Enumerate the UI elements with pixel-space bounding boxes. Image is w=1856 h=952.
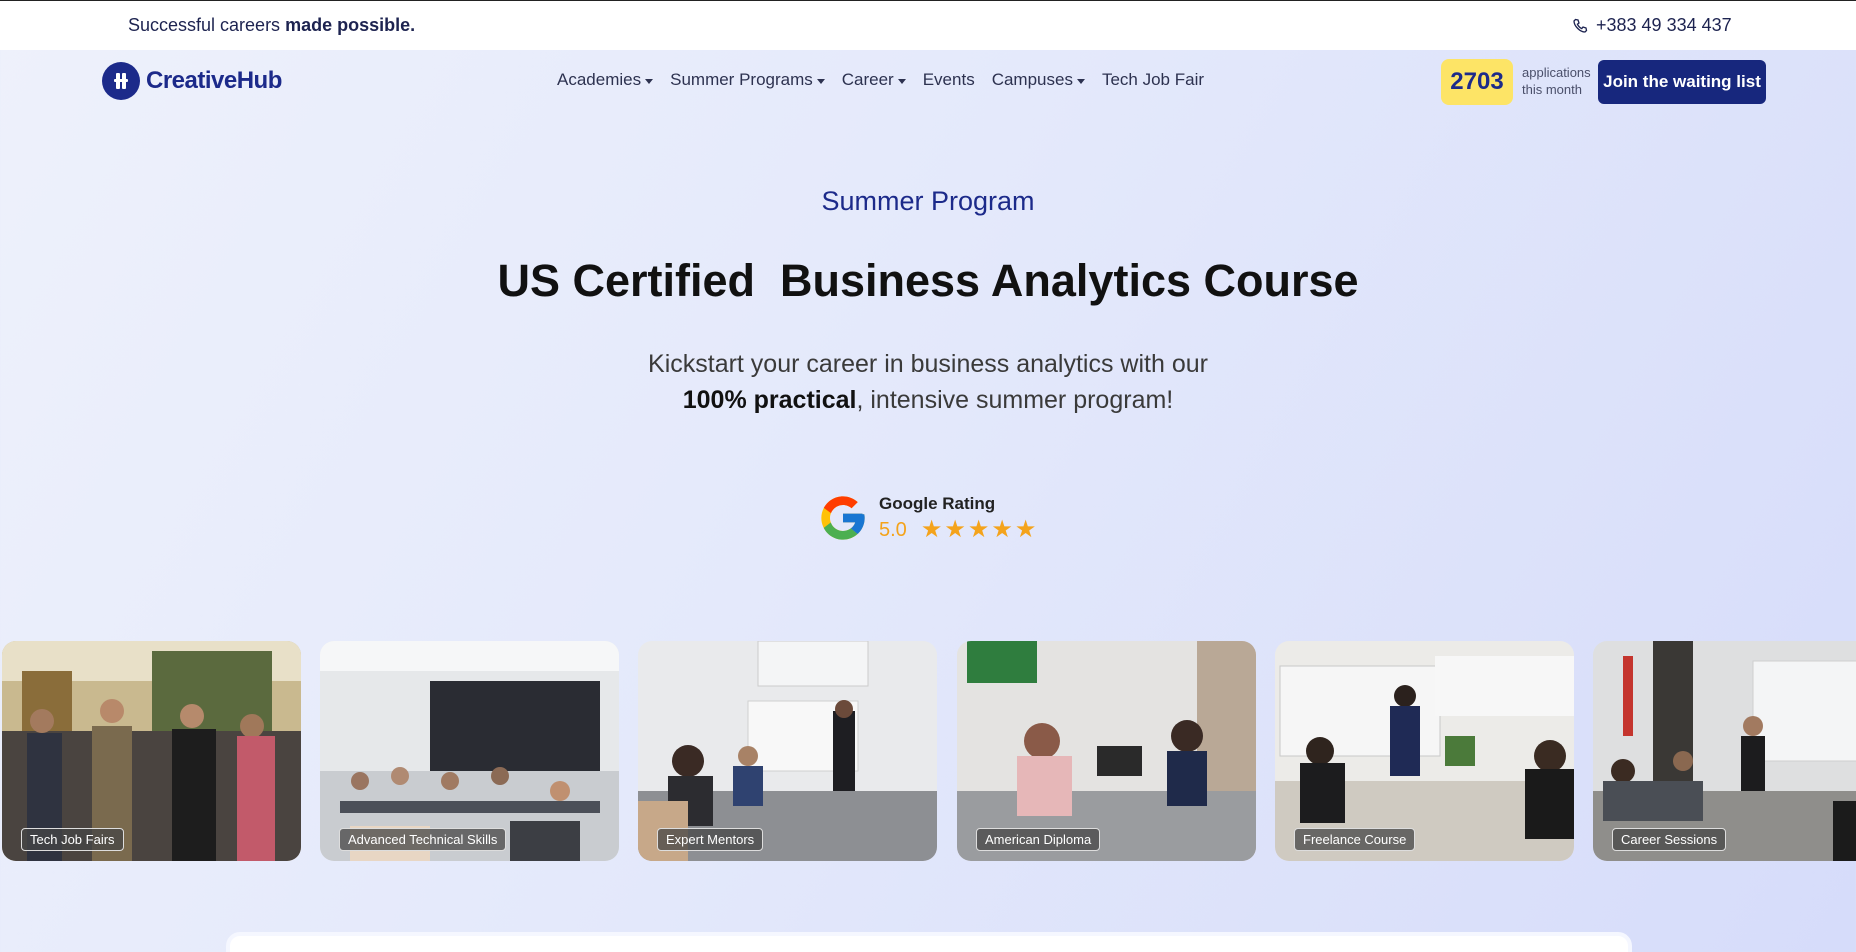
tagline: Successful careers made possible. <box>128 15 415 36</box>
applications-label: applications this month <box>1522 64 1591 98</box>
nav-label: Events <box>922 70 975 89</box>
rating-stars: ★ ★ ★ ★ ★ <box>921 518 1037 542</box>
star-icon: ★ <box>944 516 966 543</box>
hero-sub-rest: , intensive summer program! <box>856 386 1174 414</box>
nav-tech-job-fair[interactable]: Tech Job Fair <box>1102 70 1204 90</box>
rating-label: Google Rating <box>879 494 996 513</box>
star-icon: ★ <box>920 516 943 543</box>
gallery-tag: Freelance Course <box>1294 828 1416 851</box>
phone-link[interactable]: +383 49 334 437 <box>1572 15 1732 36</box>
gallery-card[interactable]: American Diploma <box>957 641 1256 861</box>
hero-eyebrow: Summer Program <box>821 186 1035 216</box>
rating-row: 5.0 ★ ★ ★ ★ ★ <box>879 518 1036 542</box>
gallery-tag: American Diploma <box>976 828 1101 851</box>
tagline-bold: made possible. <box>285 15 416 35</box>
nav-campuses[interactable]: Campuses <box>992 70 1085 90</box>
gallery-tag: Expert Mentors <box>657 828 764 851</box>
gallery-card[interactable]: Expert Mentors <box>638 641 937 861</box>
nav-academies[interactable]: Academies <box>557 70 654 90</box>
gallery-card[interactable]: Career Sessions <box>1593 641 1856 861</box>
chevron-down-icon <box>645 78 654 84</box>
join-waitlist-button[interactable]: Join the waiting list <box>1598 60 1766 104</box>
google-rating: Google Rating 5.0 ★ ★ ★ ★ ★ <box>817 492 1036 544</box>
brand-name: CreativeHub <box>146 67 282 94</box>
top-bar: Successful careers made possible. +383 4… <box>0 0 1856 50</box>
tagline-light: Successful careers <box>128 15 281 35</box>
hero-sub-line1: Kickstart your career in business analyt… <box>648 350 1208 378</box>
chevron-down-icon <box>897 78 906 84</box>
hero-subtext: Kickstart your career in business analyt… <box>0 346 1856 418</box>
applications-count: 2703 <box>1441 59 1513 105</box>
gallery-card[interactable]: Tech Job Fairs <box>2 641 301 861</box>
gallery-card[interactable]: Advanced Technical Skills <box>320 641 619 861</box>
phone-icon <box>1573 18 1588 33</box>
rating-score: 5.0 <box>879 518 907 541</box>
nav-label: Campuses <box>991 70 1073 89</box>
nav-label: Career <box>841 70 894 89</box>
hero-headline: US Certified Business Analytics Course <box>497 255 1359 306</box>
nav-label: Academies <box>557 70 642 89</box>
content-panel <box>226 932 1632 952</box>
google-icon <box>821 496 865 540</box>
brand-logo[interactable]: CreativeHub <box>102 62 282 100</box>
chevron-down-icon <box>1076 78 1085 84</box>
gallery-tag: Career Sessions <box>1612 828 1727 851</box>
logo-mark-icon <box>102 62 140 100</box>
main-nav: Academies Summer Programs Career Events … <box>557 70 1221 90</box>
hero-sub-bold: 100% practical <box>682 386 857 414</box>
star-icon: ★ <box>967 516 990 543</box>
gallery-tag: Tech Job Fairs <box>21 828 124 851</box>
gallery-tag: Advanced Technical Skills <box>339 828 507 851</box>
star-icon: ★ <box>991 516 1013 543</box>
applications-label-line1: applications <box>1522 65 1591 80</box>
hero-sub-line2: 100% practical, intensive summer program… <box>0 382 1856 418</box>
nav-label: Summer Programs <box>670 70 813 89</box>
nav-events[interactable]: Events <box>923 70 975 90</box>
chevron-down-icon <box>816 78 825 84</box>
rating-text: Google Rating 5.0 ★ ★ ★ ★ ★ <box>879 494 1036 542</box>
phone-number: +383 49 334 437 <box>1596 15 1732 35</box>
applications-label-line2: this month <box>1522 82 1582 97</box>
nav-career[interactable]: Career <box>842 70 906 90</box>
gallery-card[interactable]: Freelance Course <box>1275 641 1574 861</box>
star-icon: ★ <box>1014 516 1037 543</box>
nav-label: Tech Job Fair <box>1101 70 1205 89</box>
nav-summer-programs[interactable]: Summer Programs <box>670 70 825 90</box>
